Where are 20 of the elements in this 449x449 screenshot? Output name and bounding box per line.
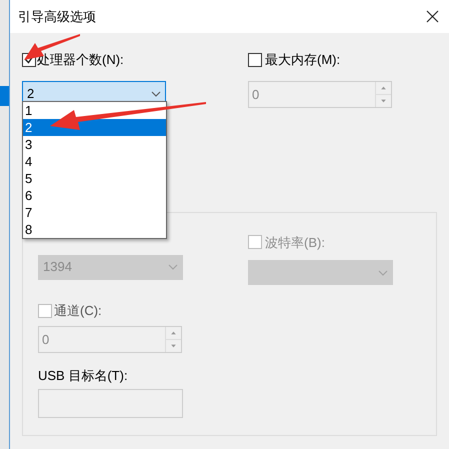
annotation-arrow-icon (50, 102, 206, 130)
chevron-down-icon (378, 270, 388, 276)
dropdown-value: 2 (27, 84, 34, 103)
max-memory-label: 最大内存(M): (265, 51, 340, 69)
field-value: 0 (41, 330, 50, 348)
close-icon[interactable] (426, 10, 439, 23)
window-title: 引导高级选项 (18, 8, 96, 26)
usb-target-label: USB 目标名(T): (38, 366, 129, 385)
dropdown-option[interactable]: 5 (23, 170, 166, 187)
baud-rate-label: 波特率(B): (265, 234, 325, 252)
dropdown-value: 1394 (43, 258, 72, 276)
channel-label: 通道(C): (54, 302, 102, 320)
dropdown-option[interactable]: 4 (23, 153, 166, 170)
field-value: 0 (251, 86, 260, 104)
dropdown-option[interactable]: 7 (23, 204, 166, 221)
dropdown-option[interactable]: 3 (23, 136, 166, 153)
dropdown-option[interactable]: 8 (23, 221, 166, 238)
dropdown-option[interactable]: 6 (23, 187, 166, 204)
chevron-down-icon (168, 264, 178, 270)
chevron-down-icon (151, 90, 161, 96)
